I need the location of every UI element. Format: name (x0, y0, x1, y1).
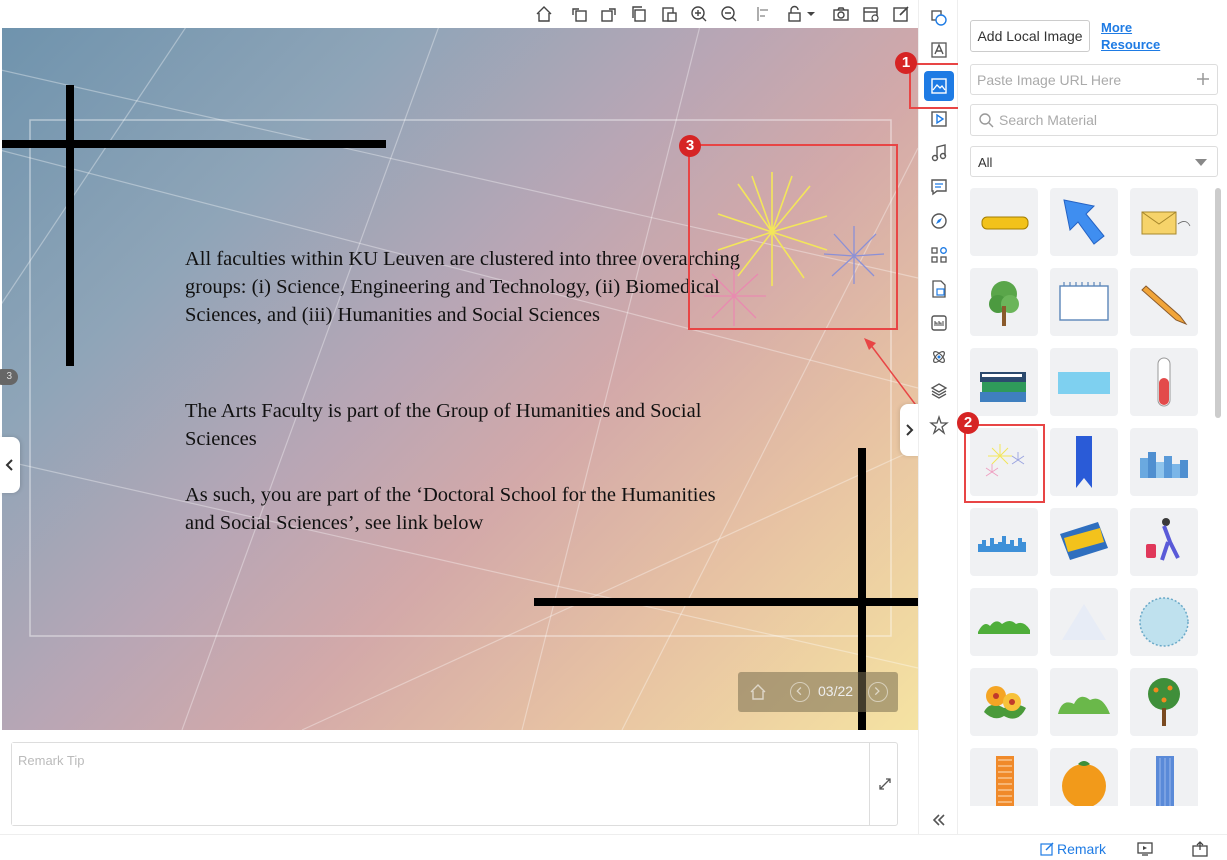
schedule-icon[interactable] (862, 5, 880, 23)
material-orange-tree[interactable] (1130, 668, 1198, 736)
edit-icon[interactable] (892, 5, 910, 23)
material-orange-building[interactable] (970, 748, 1038, 806)
category-select-value: All (978, 155, 993, 170)
slide-number-pill: 3 (0, 369, 18, 385)
material-notepad[interactable] (1050, 268, 1118, 336)
align-icon[interactable] (755, 5, 773, 23)
camera-icon[interactable] (832, 5, 850, 23)
annotation-badge-1: 1 (895, 52, 917, 74)
slide-canvas[interactable]: All faculties within KU Leuven are clust… (2, 28, 918, 730)
search-material-input[interactable] (999, 105, 1209, 135)
material-flowers[interactable] (970, 668, 1038, 736)
present-icon[interactable] (1137, 841, 1153, 857)
material-blue-skyline[interactable] (970, 508, 1038, 576)
remark-button-label: Remark (1057, 841, 1107, 857)
expand-icon[interactable] (878, 777, 892, 791)
material-dotted-circle[interactable] (1130, 588, 1198, 656)
material-test-tube[interactable] (1130, 348, 1198, 416)
components-icon[interactable] (929, 245, 949, 265)
material-bush[interactable] (1050, 668, 1118, 736)
material-search-field (970, 104, 1218, 136)
status-bar: Remark (0, 834, 1227, 860)
material-grid-scrollbar[interactable] (1215, 188, 1221, 418)
text-icon[interactable] (929, 40, 949, 60)
edit-icon (1040, 842, 1054, 856)
annotation-box-1 (909, 63, 962, 109)
collapse-panel-icon[interactable] (929, 810, 949, 830)
layers-icon[interactable] (929, 381, 949, 401)
annotation-box-2 (964, 424, 1045, 503)
material-blue-cursor[interactable] (1050, 188, 1118, 256)
lock-icon[interactable] (786, 5, 804, 23)
zoom-out-icon[interactable] (720, 5, 738, 23)
document-icon[interactable] (929, 279, 949, 299)
material-books[interactable] (970, 348, 1038, 416)
slide-paragraph-1[interactable]: All faculties within KU Leuven are clust… (185, 245, 745, 329)
material-panel: Add Local Image More Resource All (958, 0, 1227, 834)
star-icon[interactable] (929, 414, 949, 435)
material-triangle[interactable] (1050, 588, 1118, 656)
app-window: All faculties within KU Leuven are clust… (0, 0, 1227, 860)
shapes-icon[interactable] (929, 8, 949, 28)
slide-paragraph-3[interactable]: As such, you are part of the ‘Doctoral S… (185, 481, 745, 537)
remark-box (11, 742, 898, 826)
material-blue-rectangle[interactable] (1050, 348, 1118, 416)
add-local-image-button[interactable]: Add Local Image (970, 20, 1090, 52)
search-icon (979, 113, 994, 128)
image-url-field (970, 64, 1218, 95)
image-url-input[interactable] (971, 65, 1191, 94)
page-number: 03/22 (818, 683, 854, 699)
slide-paragraph-2[interactable]: The Arts Faculty is part of the Group of… (185, 397, 745, 453)
top-toolbar (0, 0, 918, 28)
formula-icon[interactable] (929, 313, 949, 333)
material-bookmark[interactable] (1050, 428, 1118, 496)
atom-icon[interactable] (929, 347, 949, 367)
left-panel-toggle[interactable] (0, 437, 20, 493)
compass-icon[interactable] (929, 211, 949, 231)
material-orange-fruit[interactable] (1050, 748, 1118, 806)
annotation-badge-2: 2 (957, 412, 979, 434)
home-icon[interactable] (748, 682, 768, 702)
next-page-button[interactable] (868, 682, 888, 702)
category-select[interactable]: All (970, 146, 1218, 177)
video-icon[interactable] (929, 109, 949, 129)
right-panel-toggle[interactable] (900, 404, 920, 456)
previous-page-button[interactable] (790, 682, 810, 702)
more-resource-link[interactable]: More Resource (1101, 19, 1171, 53)
material-yellow-bar[interactable] (970, 188, 1038, 256)
material-grass[interactable] (970, 588, 1038, 656)
material-pencil[interactable] (1130, 268, 1198, 336)
plus-icon[interactable] (1195, 71, 1211, 87)
material-blue-building[interactable] (1130, 748, 1198, 806)
music-icon[interactable] (929, 143, 949, 163)
material-tree[interactable] (970, 268, 1038, 336)
comment-icon[interactable] (929, 177, 949, 197)
material-city-skyline[interactable] (1130, 428, 1198, 496)
material-wallet[interactable] (1050, 508, 1118, 576)
paste-icon[interactable] (660, 5, 678, 23)
slide-background-graphics (2, 28, 918, 730)
rotate-right-icon[interactable] (600, 5, 618, 23)
share-icon[interactable] (1192, 841, 1208, 857)
page-navigator: 03/22 (738, 672, 898, 712)
remark-input[interactable] (12, 743, 870, 825)
zoom-in-icon[interactable] (690, 5, 708, 23)
chevron-left-icon (5, 459, 13, 471)
chevron-down-icon[interactable] (806, 5, 816, 23)
material-traveler[interactable] (1130, 508, 1198, 576)
caret-down-icon (1195, 159, 1207, 166)
annotation-badge-3: 3 (679, 135, 701, 157)
material-envelope[interactable] (1130, 188, 1198, 256)
annotation-box-3 (688, 144, 898, 330)
copy-icon[interactable] (630, 5, 648, 23)
chevron-right-icon (906, 424, 914, 436)
insert-icon-bar (918, 0, 958, 834)
remark-button[interactable]: Remark (1040, 841, 1106, 857)
home-icon[interactable] (535, 5, 553, 23)
rotate-left-icon[interactable] (570, 5, 588, 23)
